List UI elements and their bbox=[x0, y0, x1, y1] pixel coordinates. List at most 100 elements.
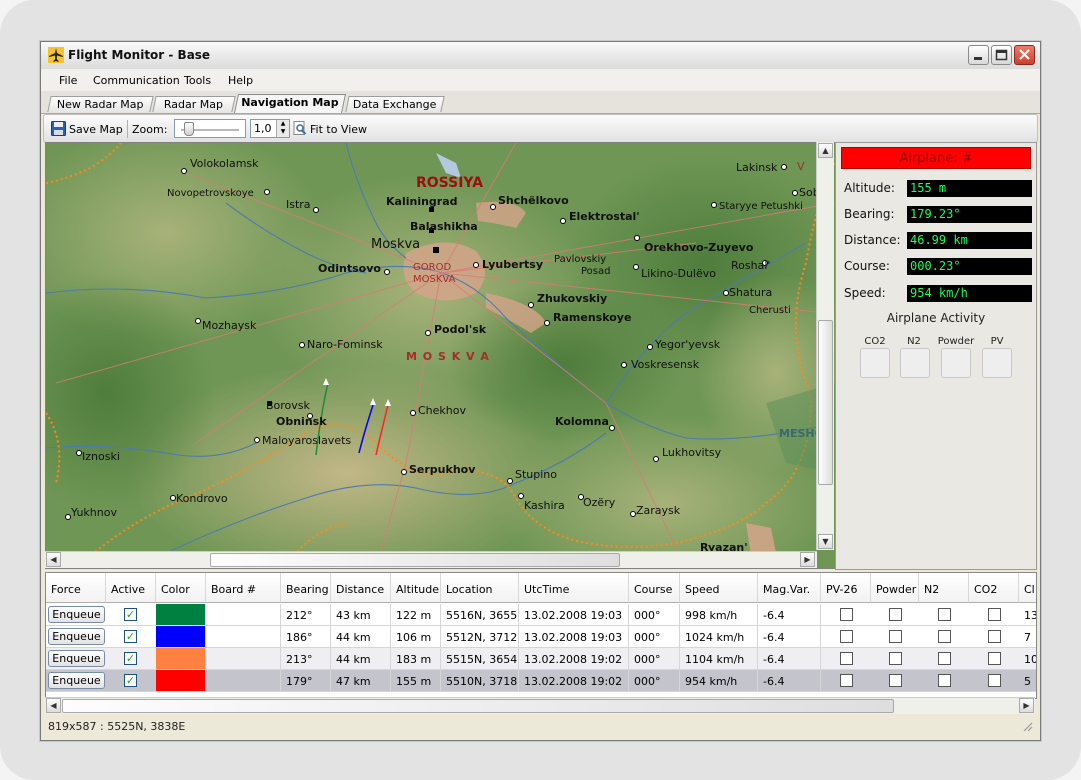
grid-horizontal-scrollbar[interactable]: ◀ ▶ bbox=[45, 697, 1035, 714]
column-header[interactable]: Board # bbox=[206, 573, 281, 603]
maximize-button[interactable] bbox=[991, 45, 1012, 65]
last-cell: 5 bbox=[1019, 670, 1036, 691]
map-vertical-scrollbar[interactable]: ▲ ▼ bbox=[816, 142, 834, 550]
tab-new-radar-map[interactable]: New Radar Map bbox=[47, 96, 154, 112]
map-label-city: Chekhov bbox=[418, 404, 466, 417]
board-cell bbox=[206, 648, 281, 669]
color-cell[interactable] bbox=[156, 670, 206, 691]
slider-thumb[interactable] bbox=[184, 122, 194, 136]
active-checkbox[interactable]: ✓ bbox=[124, 630, 137, 643]
map-label-city: Naro-Fominsk bbox=[307, 338, 383, 351]
co2-checkbox[interactable] bbox=[988, 652, 1001, 665]
table-row[interactable]: Enqueue ✓ 212° 43 km 122 m 5516N, 3655E … bbox=[46, 604, 1036, 626]
save-map-button[interactable]: Save Map bbox=[69, 123, 123, 136]
scroll-left-button[interactable]: ◀ bbox=[46, 698, 61, 713]
active-checkbox[interactable]: ✓ bbox=[124, 652, 137, 665]
pv26-checkbox[interactable] bbox=[840, 674, 853, 687]
menu-file[interactable]: File bbox=[59, 74, 77, 87]
column-header[interactable]: Powder bbox=[871, 573, 919, 603]
bearing-label: Bearing: bbox=[844, 207, 895, 221]
map-label-city: Orekhovo-Zuyevo bbox=[644, 241, 754, 254]
color-cell[interactable] bbox=[156, 604, 206, 625]
resize-grip-icon[interactable] bbox=[1021, 720, 1033, 732]
scroll-up-button[interactable]: ▲ bbox=[818, 143, 833, 158]
co2-checkbox[interactable] bbox=[988, 674, 1001, 687]
tab-data-exchange[interactable]: Data Exchange bbox=[345, 96, 445, 112]
map-canvas[interactable]: ROSSIYA M O S K V A GOROD MOSKVA Volokol… bbox=[46, 143, 835, 568]
column-header[interactable]: CO2 bbox=[969, 573, 1019, 603]
save-disk-icon[interactable] bbox=[51, 121, 66, 136]
menu-help[interactable]: Help bbox=[228, 74, 253, 87]
column-header[interactable]: PV-26 bbox=[821, 573, 871, 603]
column-header[interactable]: Mag.Var. bbox=[758, 573, 821, 603]
color-cell[interactable] bbox=[156, 648, 206, 669]
tab-label: Radar Map bbox=[164, 98, 224, 111]
map-label-city: Likino-Dulëvo bbox=[641, 267, 716, 280]
table-row[interactable]: Enqueue ✓ 186° 44 km 106 m 5512N, 3712E … bbox=[46, 626, 1036, 648]
enqueue-button[interactable]: Enqueue bbox=[48, 650, 105, 667]
title-bar[interactable]: Flight Monitor - Base bbox=[41, 42, 1040, 70]
column-header[interactable]: Force bbox=[46, 573, 106, 603]
tab-navigation-map[interactable]: Navigation Map bbox=[233, 94, 347, 113]
scroll-down-button[interactable]: ▼ bbox=[818, 534, 833, 549]
powder-checkbox[interactable] bbox=[889, 608, 902, 621]
column-header[interactable]: N2 bbox=[919, 573, 969, 603]
scroll-left-button[interactable]: ◀ bbox=[46, 552, 61, 567]
minimize-button[interactable] bbox=[968, 45, 989, 65]
active-checkbox[interactable]: ✓ bbox=[124, 674, 137, 687]
column-header[interactable]: Speed bbox=[680, 573, 758, 603]
map-label-city: Elektrostal' bbox=[569, 210, 640, 223]
enqueue-button[interactable]: Enqueue bbox=[48, 628, 105, 645]
map-label-city: Lyubertsy bbox=[482, 258, 543, 271]
scroll-right-button[interactable]: ▶ bbox=[800, 552, 815, 567]
last-cell: 10 bbox=[1019, 648, 1036, 669]
scroll-thumb[interactable] bbox=[62, 699, 894, 713]
fit-to-view-magnifier-icon[interactable] bbox=[293, 121, 307, 136]
last-cell: 7 bbox=[1019, 626, 1036, 647]
tab-radar-map[interactable]: Radar Map bbox=[152, 96, 236, 112]
active-checkbox[interactable]: ✓ bbox=[124, 608, 137, 621]
scroll-thumb[interactable] bbox=[818, 320, 833, 485]
close-button[interactable] bbox=[1014, 45, 1035, 65]
column-header[interactable]: Location bbox=[441, 573, 519, 603]
column-header[interactable]: Course bbox=[629, 573, 680, 603]
n2-checkbox[interactable] bbox=[938, 608, 951, 621]
menu-communication[interactable]: Communication bbox=[93, 74, 180, 87]
table-row-selected[interactable]: Enqueue ✓ 179° 47 km 155 m 5510N, 3718E … bbox=[46, 670, 1036, 692]
map-label-city: Stupino bbox=[515, 468, 557, 481]
powder-checkbox[interactable] bbox=[889, 674, 902, 687]
column-header[interactable]: Distance bbox=[331, 573, 391, 603]
column-header[interactable]: Altitude bbox=[391, 573, 441, 603]
fit-to-view-button[interactable]: Fit to View bbox=[310, 123, 367, 136]
column-header[interactable]: Cl bbox=[1019, 573, 1036, 603]
column-header[interactable]: Bearing bbox=[281, 573, 331, 603]
location-cell: 5510N, 3718E bbox=[441, 670, 519, 691]
column-header[interactable]: Color bbox=[156, 573, 206, 603]
map-label-city: Obninsk bbox=[276, 415, 327, 428]
n2-checkbox[interactable] bbox=[938, 674, 951, 687]
activity-label-pv: PV bbox=[990, 336, 1004, 347]
co2-checkbox[interactable] bbox=[988, 630, 1001, 643]
powder-checkbox[interactable] bbox=[889, 630, 902, 643]
map-horizontal-scrollbar[interactable]: ◀ ▶ bbox=[45, 551, 817, 568]
color-cell[interactable] bbox=[156, 626, 206, 647]
zoom-spinbox[interactable]: 1,0 ▲ ▼ bbox=[250, 119, 290, 138]
enqueue-button[interactable]: Enqueue bbox=[48, 606, 105, 623]
column-header[interactable]: Active bbox=[106, 573, 156, 603]
pv26-checkbox[interactable] bbox=[840, 652, 853, 665]
enqueue-button[interactable]: Enqueue bbox=[48, 672, 105, 689]
powder-checkbox[interactable] bbox=[889, 652, 902, 665]
table-row[interactable]: Enqueue ✓ 213° 44 km 183 m 5515N, 3654E … bbox=[46, 648, 1036, 670]
co2-checkbox[interactable] bbox=[988, 608, 1001, 621]
menu-tools[interactable]: Tools bbox=[184, 74, 211, 87]
navigation-map[interactable]: ROSSIYA M O S K V A GOROD MOSKVA Volokol… bbox=[45, 142, 836, 569]
pv26-checkbox[interactable] bbox=[840, 608, 853, 621]
n2-checkbox[interactable] bbox=[938, 652, 951, 665]
column-header[interactable]: UtcTime bbox=[519, 573, 629, 603]
zoom-slider[interactable] bbox=[174, 119, 246, 138]
n2-checkbox[interactable] bbox=[938, 630, 951, 643]
scroll-thumb[interactable] bbox=[210, 553, 620, 567]
spin-arrows[interactable]: ▲ ▼ bbox=[276, 120, 289, 137]
pv26-checkbox[interactable] bbox=[840, 630, 853, 643]
scroll-right-button[interactable]: ▶ bbox=[1019, 698, 1034, 713]
